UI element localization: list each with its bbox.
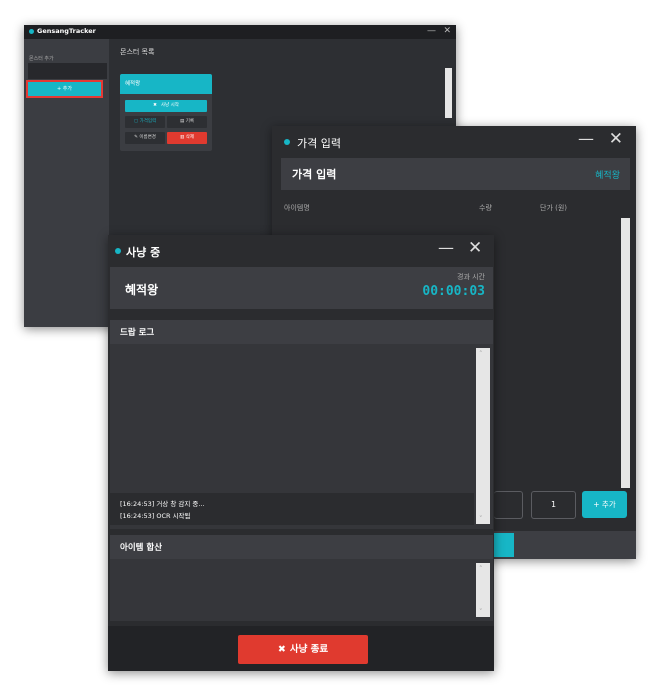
price-input-button[interactable]: ▢ 가격입력 — [125, 116, 165, 128]
hunt-window-dot-icon — [115, 248, 121, 254]
monster-card: 혜적왕 ✖ 사냥 시작 ▢ 가격입력 ▤ 기록 ✎ 이름변경 ▥ 삭제 — [120, 74, 212, 151]
monster-list-scrollbar[interactable] — [445, 68, 452, 118]
column-unit-price: 단가 (원) — [540, 204, 568, 212]
start-hunt-button[interactable]: ✖ 사냥 시작 — [125, 100, 207, 112]
price-monster-name: 혜적왕 — [595, 171, 620, 181]
column-quantity: 수량 — [479, 204, 492, 212]
minimize-icon[interactable]: — — [427, 26, 436, 36]
price-input-label: 가격입력 — [139, 119, 157, 124]
drop-log-title: 드랍 로그 — [120, 328, 155, 338]
monster-list-title: 몬스터 목록 — [120, 48, 155, 56]
hunt-titlebar: 사냥 중 — ✕ — [108, 235, 494, 267]
item-sum-header: 아이템 합산 — [110, 535, 493, 559]
elapsed-time: 00:00:03 — [422, 284, 485, 299]
drop-log-scrollbar[interactable]: ˄ ˅ — [476, 348, 490, 524]
price-titlebar: 가격 입력 — ✕ — [272, 126, 636, 158]
log-line: [16:24:53] 거상 창 감지 중... — [120, 500, 205, 508]
close-icon[interactable]: ✕ — [609, 129, 623, 149]
record-label: 기록 — [185, 119, 194, 124]
monster-name-input[interactable] — [28, 63, 107, 79]
rename-button[interactable]: ✎ 이름변경 — [125, 132, 165, 144]
price-footer — [494, 531, 636, 559]
quantity-input[interactable]: 1 — [531, 491, 576, 519]
hunt-window-title: 사냥 중 — [126, 246, 161, 259]
hunt-window: 사냥 중 — ✕ 혜적왕 경과 시간 00:00:03 드랍 로그 ˄ ˅ [1… — [108, 235, 494, 671]
sidebar: 몬스터 추가 + 추가 — [24, 39, 109, 327]
record-button[interactable]: ▤ 기록 — [167, 116, 207, 128]
scroll-up-icon[interactable]: ˄ — [479, 565, 483, 573]
item-sum-scrollbar[interactable]: ˄ ˅ — [476, 563, 490, 617]
log-line: [16:24:53] OCR 시작됨 — [120, 512, 191, 520]
app-logo-icon — [29, 29, 34, 34]
scroll-up-icon[interactable]: ˄ — [479, 350, 483, 358]
drop-log-lines: [16:24:53] 거상 창 감지 중... [16:24:53] OCR 시… — [110, 493, 474, 525]
add-item-button[interactable]: + 추가 — [582, 491, 627, 518]
price-window-title: 가격 입력 — [297, 137, 341, 150]
item-sum-title: 아이템 합산 — [120, 543, 163, 553]
main-window-title: GensangTracker — [37, 27, 96, 35]
rename-label: 이름변경 — [139, 135, 156, 140]
close-icon[interactable]: ✕ — [443, 26, 451, 36]
price-header-title: 가격 입력 — [292, 168, 337, 181]
stop-hunt-button[interactable]: ✖ 사냥 종료 — [238, 635, 368, 664]
main-titlebar: GensangTracker — ✕ — [24, 25, 456, 39]
delete-label: 삭제 — [185, 135, 194, 140]
minimize-icon[interactable]: — — [438, 238, 454, 257]
scroll-down-icon[interactable]: ˅ — [479, 515, 483, 523]
add-monster-button[interactable]: + 추가 — [26, 80, 103, 98]
save-price-button[interactable] — [494, 533, 514, 557]
hunt-monster-name: 혜적왕 — [125, 283, 159, 297]
hunt-header: 혜적왕 경과 시간 00:00:03 — [110, 267, 493, 309]
column-item-name: 아이템명 — [284, 204, 310, 212]
minimize-icon[interactable]: — — [578, 129, 594, 148]
swords-icon: ✖ — [277, 644, 286, 655]
start-hunt-label: 사냥 시작 — [160, 103, 179, 108]
item-sum-area: ˄ ˅ — [110, 559, 493, 621]
stop-hunt-label: 사냥 종료 — [289, 644, 329, 655]
item-name-input[interactable] — [494, 491, 523, 519]
drop-log-header: 드랍 로그 — [110, 320, 493, 344]
elapsed-label: 경과 시간 — [457, 273, 485, 281]
price-window-dot-icon — [284, 139, 290, 145]
close-icon[interactable]: ✕ — [468, 238, 482, 258]
delete-button[interactable]: ▥ 삭제 — [167, 132, 207, 144]
swords-icon: ✖ — [153, 103, 157, 108]
add-monster-label: 몬스터 추가 — [29, 56, 54, 62]
scroll-down-icon[interactable]: ˅ — [479, 608, 483, 616]
price-table-scrollbar[interactable] — [621, 218, 630, 488]
price-header: 가격 입력 혜적왕 — [281, 158, 630, 190]
monster-card-name: 혜적왕 — [120, 74, 212, 94]
